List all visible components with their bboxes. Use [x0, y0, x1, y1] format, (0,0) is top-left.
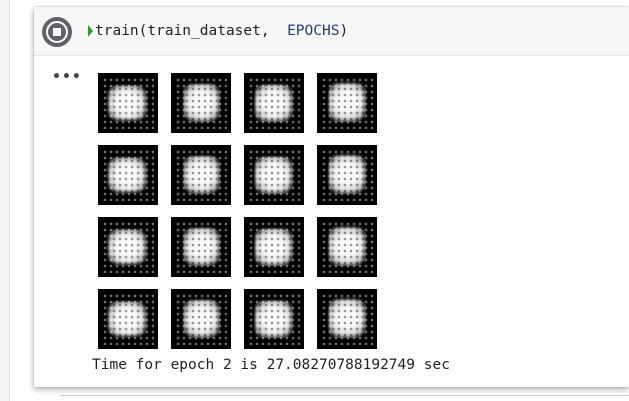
notebook-gutter — [0, 0, 10, 401]
generated-sample-image — [317, 217, 377, 277]
sample-noise — [102, 149, 154, 201]
sample-noise — [321, 221, 373, 273]
output-menu-button[interactable]: ••• — [52, 69, 82, 85]
generated-images-grid — [98, 73, 377, 349]
sample-noise — [321, 293, 373, 345]
generated-sample-image — [98, 289, 158, 349]
generated-sample-image — [317, 145, 377, 205]
stop-square-icon — [53, 28, 61, 36]
generated-sample-image — [98, 217, 158, 277]
cell-input-area[interactable]: train(train_dataset, EPOCHS) — [34, 7, 629, 56]
sample-noise — [321, 77, 373, 129]
generated-sample-image — [244, 289, 304, 349]
code-function-call: train(train_dataset, — [95, 23, 288, 39]
sample-noise — [175, 149, 227, 201]
run-cell-button[interactable] — [42, 17, 72, 47]
generated-sample-image — [171, 217, 231, 277]
generated-sample-image — [171, 73, 231, 133]
sample-noise — [175, 221, 227, 273]
code-closing: ) — [339, 23, 349, 39]
sample-noise — [102, 77, 154, 129]
sample-noise — [175, 77, 227, 129]
epoch-time-output: Time for epoch 2 is 27.08270788192749 se… — [92, 357, 450, 373]
sample-noise — [321, 149, 373, 201]
sample-noise — [102, 221, 154, 273]
generated-sample-image — [171, 289, 231, 349]
code-editor-line[interactable]: train(train_dataset, EPOCHS) — [95, 21, 348, 41]
sample-noise — [248, 77, 300, 129]
sample-noise — [248, 221, 300, 273]
sample-noise — [248, 149, 300, 201]
generated-sample-image — [98, 73, 158, 133]
sample-noise — [248, 293, 300, 345]
sample-noise — [102, 293, 154, 345]
sample-noise — [175, 293, 227, 345]
generated-sample-image — [244, 145, 304, 205]
generated-sample-image — [317, 289, 377, 349]
execution-indicator-icon — [88, 25, 93, 37]
code-constant: EPOCHS — [287, 23, 340, 39]
generated-sample-image — [244, 217, 304, 277]
generated-sample-image — [171, 145, 231, 205]
generated-sample-image — [98, 145, 158, 205]
generated-sample-image — [317, 73, 377, 133]
code-cell[interactable]: train(train_dataset, EPOCHS) ••• Time fo… — [34, 7, 629, 387]
cell-divider — [60, 395, 629, 396]
generated-sample-image — [244, 73, 304, 133]
